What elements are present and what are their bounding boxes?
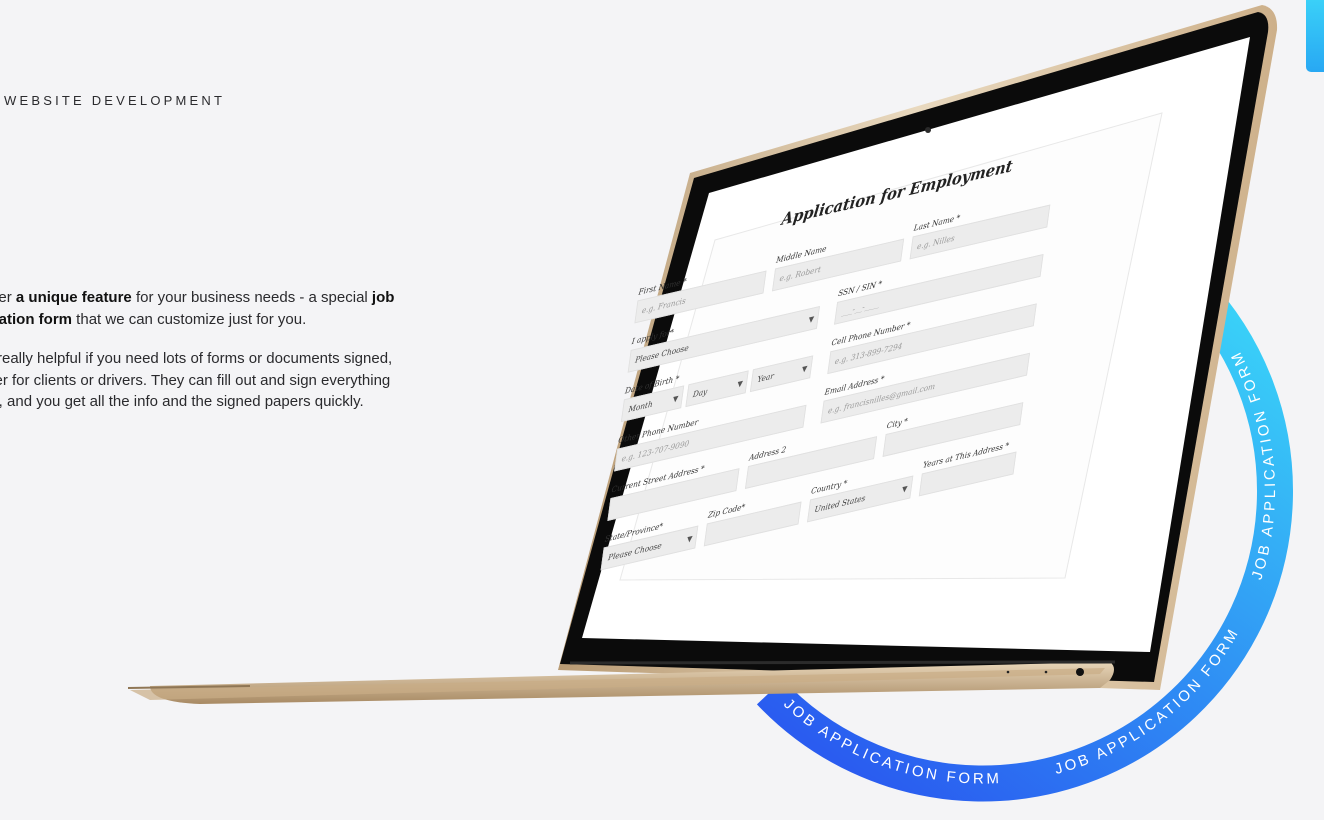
dob-year-field: Year ▼: [749, 343, 815, 393]
indicator-dot-icon: [1044, 670, 1048, 674]
dob-day-field: Day ▼: [685, 358, 750, 408]
chevron-down-icon: ▼: [686, 534, 693, 544]
chevron-down-icon: ▼: [801, 363, 808, 374]
indicator-dot-icon: [1006, 670, 1010, 674]
dob-month-field: Date of Birth * Month ▼: [620, 373, 686, 423]
chevron-down-icon: ▼: [901, 484, 908, 494]
indicator-light-icon: [1076, 668, 1084, 676]
camera-icon: [925, 127, 931, 133]
chevron-down-icon: ▼: [808, 314, 815, 325]
chevron-down-icon: ▼: [672, 393, 679, 404]
chevron-down-icon: ▼: [736, 378, 744, 389]
